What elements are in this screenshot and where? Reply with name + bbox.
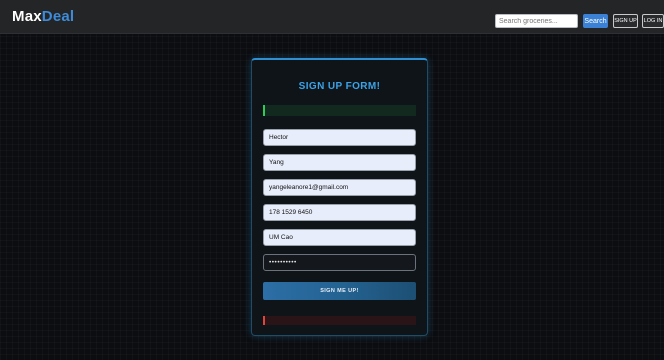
sign-up-nav-button[interactable]: SIGN UP <box>613 14 638 28</box>
password-field[interactable] <box>263 254 416 271</box>
last-name-field[interactable] <box>263 154 416 171</box>
sign-me-up-button[interactable]: SIGN ME UP! <box>263 282 416 300</box>
success-message-bar <box>263 105 416 116</box>
brand-logo[interactable]: MaxDeal <box>12 7 74 27</box>
search-button[interactable]: Search <box>583 14 608 28</box>
search-input[interactable] <box>495 14 578 28</box>
navbar: MaxDeal Search SIGN UP LOG IN <box>0 0 664 34</box>
address-field[interactable] <box>263 229 416 246</box>
first-name-field[interactable] <box>263 129 416 146</box>
phone-field[interactable] <box>263 204 416 221</box>
email-field[interactable] <box>263 179 416 196</box>
signup-form-card: SIGN UP FORM! SIGN ME UP! <box>251 58 428 336</box>
brand-name-part2: Deal <box>41 8 75 25</box>
error-message-bar <box>263 316 416 325</box>
form-title: SIGN UP FORM! <box>298 81 381 92</box>
brand-name-part1: Max <box>12 8 42 25</box>
log-in-nav-button[interactable]: LOG IN <box>642 14 664 28</box>
